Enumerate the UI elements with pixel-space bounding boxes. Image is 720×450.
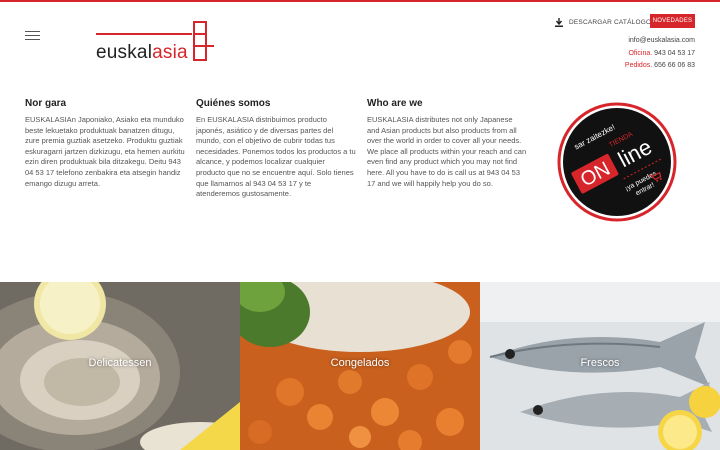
column-title: Quiénes somos (196, 98, 271, 109)
online-shop-badge[interactable]: sar zaitezke! TIENDA ON line ¡ya puedes … (557, 102, 677, 222)
menu-icon[interactable] (25, 31, 40, 41)
column-text: EUSKALASIA distributes not only Japanese… (367, 115, 527, 188)
download-icon (555, 17, 563, 27)
download-catalog-label: DESCARGAR CATÁLOGO (569, 18, 652, 26)
column-title: Nor gara (25, 98, 67, 109)
about-column-es: Quiénes somos En EUSKALASIA distribuimos… (196, 98, 356, 200)
tile-delicatessen[interactable]: Delicatessen (0, 282, 240, 450)
tile-congelados[interactable]: Congelados (240, 282, 480, 450)
tile-frescos[interactable]: Frescos (480, 282, 720, 450)
tile-label: Frescos (580, 357, 620, 369)
oficina-line: Oficina. 943 04 53 17 (628, 49, 695, 57)
logo[interactable]: euskalasia (96, 20, 216, 64)
email-link[interactable]: info@euskalasia.com (625, 35, 695, 48)
pedidos-line: Pedidos. 656 66 06 83 (624, 62, 695, 69)
column-title: Who are we (367, 98, 423, 109)
tile-label: Congelados (330, 357, 390, 369)
top-accent-line (0, 0, 720, 2)
about-column-en: Who are we EUSKALASIA distributes not on… (367, 98, 527, 189)
column-text: En EUSKALASIA distribuimos producto japo… (196, 115, 356, 199)
contact-info: info@euskalasia.com Oficina. 943 04 53 1… (625, 35, 695, 73)
category-tiles: Delicatessen Congelados Frescos (0, 282, 720, 450)
tile-label: Delicatessen (88, 357, 152, 369)
logo-wordmark: euskalasia (96, 42, 188, 63)
novedades-button[interactable]: NOVEDADES (650, 14, 695, 28)
download-catalog-link[interactable]: DESCARGAR CATÁLOGO (555, 15, 651, 29)
about-column-eu: Nor gara EUSKALASIAn Japoniako, Asiako e… (25, 98, 185, 189)
column-text: EUSKALASIAn Japoniako, Asiako eta munduk… (25, 115, 185, 188)
